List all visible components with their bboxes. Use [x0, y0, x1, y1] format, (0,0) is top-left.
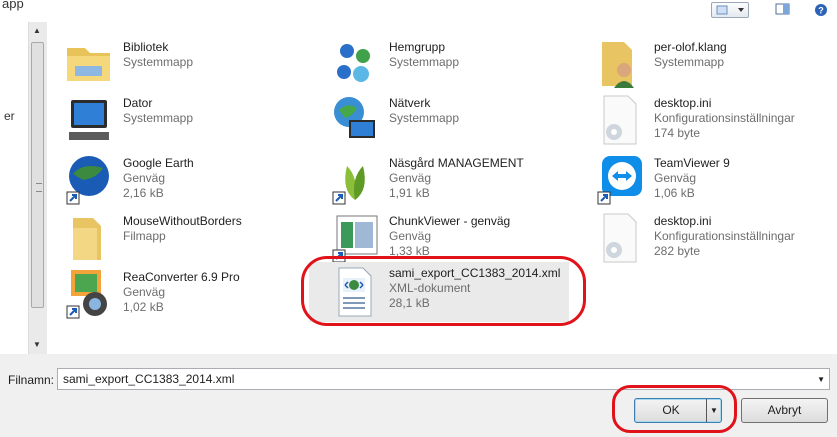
homegroup-icon: [337, 44, 370, 82]
list-item[interactable]: Hemgrupp Systemmapp: [319, 36, 559, 96]
user-folder-icon: [602, 42, 634, 88]
scroll-up-icon[interactable]: ▲: [33, 26, 41, 35]
chevron-down-icon[interactable]: ▼: [817, 375, 825, 384]
scroll-grip-icon: [36, 183, 42, 192]
folder-icon: [73, 218, 101, 260]
scroll-down-icon[interactable]: ▼: [33, 340, 41, 349]
list-item[interactable]: Bibliotek Systemmapp: [53, 36, 293, 96]
nasgard-icon: [332, 166, 365, 205]
reaconverter-icon: [66, 270, 107, 319]
list-item[interactable]: Näsgård MANAGEMENT Genväg 1,91 kB: [319, 152, 559, 212]
top-bar: app ?: [0, 0, 837, 22]
scroll-thumb[interactable]: [31, 42, 44, 308]
list-item[interactable]: MouseWithoutBorders Filmapp: [53, 210, 293, 270]
google-earth-icon: [66, 156, 109, 205]
annotation-circle-file: [301, 256, 586, 326]
filename-value[interactable]: sami_export_CC1383_2014.xml: [63, 372, 234, 386]
nav-scrollbar[interactable]: ▲ ▼: [28, 22, 47, 354]
nav-label-fragment[interactable]: er: [4, 109, 15, 123]
cancel-button[interactable]: Avbryt: [741, 398, 828, 423]
list-item[interactable]: per-olof.klang Systemmapp: [584, 36, 824, 96]
list-item[interactable]: TeamViewer 9 Genväg 1,06 kB: [584, 152, 824, 212]
network-icon: [334, 97, 375, 138]
filename-label: Filnamn:: [8, 373, 55, 387]
navigation-pane[interactable]: er: [0, 22, 28, 354]
preview-pane-button[interactable]: [773, 2, 793, 18]
config-file-icon: [603, 95, 637, 145]
library-icon: [67, 48, 110, 81]
list-item[interactable]: ReaConverter 6.9 Pro Genväg 1,02 kB: [53, 266, 293, 326]
help-icon[interactable]: ?: [813, 2, 831, 18]
teamviewer-icon: [597, 156, 642, 205]
view-options-button[interactable]: [711, 2, 749, 18]
config-file-icon: [603, 213, 637, 263]
annotation-circle-ok: [612, 385, 737, 433]
list-item[interactable]: Dator Systemmapp: [53, 92, 293, 152]
list-item[interactable]: Google Earth Genväg 2,16 kB: [53, 152, 293, 212]
list-item[interactable]: desktop.ini Konfigurationsinställningar 28…: [584, 210, 824, 270]
breadcrumb[interactable]: app: [2, 0, 24, 11]
svg-text:?: ?: [818, 6, 824, 16]
computer-icon: [69, 100, 109, 140]
list-item[interactable]: Nätverk Systemmapp: [319, 92, 559, 152]
list-item[interactable]: desktop.ini Konfigurationsinställningar 17…: [584, 92, 824, 152]
